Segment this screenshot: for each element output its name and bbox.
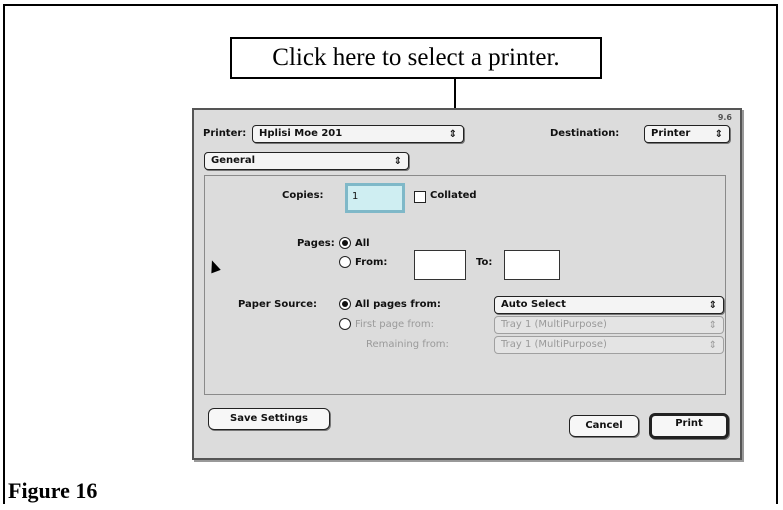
save-settings-button[interactable]: Save Settings: [208, 408, 330, 430]
pages-to-label: To:: [476, 257, 493, 268]
settings-group-box: [204, 175, 726, 395]
pages-all-radio[interactable]: [339, 237, 351, 249]
first-page-from-value: Tray 1 (MultiPurpose): [501, 319, 607, 330]
destination-label: Destination:: [550, 128, 620, 139]
panel-popup[interactable]: General ⇕: [204, 152, 409, 170]
copies-field[interactable]: 1: [345, 183, 405, 213]
pages-label: Pages:: [297, 238, 335, 249]
printer-popup[interactable]: Hplisi Moe 201 ⇕: [252, 125, 464, 143]
all-pages-from-label: All pages from:: [355, 299, 441, 310]
collated-checkbox[interactable]: [414, 191, 426, 203]
printer-popup-value: Hplisi Moe 201: [259, 128, 343, 139]
popup-arrows-icon: ⇕: [448, 129, 457, 140]
pages-from-label: From:: [355, 257, 388, 268]
pages-to-field[interactable]: [504, 250, 560, 280]
paper-source-label: Paper Source:: [238, 299, 317, 310]
remaining-from-popup[interactable]: Tray 1 (MultiPurpose) ⇕: [494, 336, 724, 354]
popup-arrows-icon: ⇕: [714, 129, 723, 140]
pages-from-radio[interactable]: [339, 256, 351, 268]
callout-box: Click here to select a printer.: [230, 37, 602, 79]
popup-arrows-icon: ⇕: [393, 156, 402, 167]
popup-arrows-icon: ⇕: [708, 300, 717, 311]
destination-popup[interactable]: Printer ⇕: [644, 125, 730, 143]
remaining-from-value: Tray 1 (MultiPurpose): [501, 339, 607, 350]
cancel-button[interactable]: Cancel: [569, 415, 639, 437]
figure-caption: Figure 16: [8, 478, 98, 503]
remaining-from-label: Remaining from:: [366, 339, 449, 350]
printer-label: Printer:: [203, 128, 247, 139]
version-label: 9.6: [717, 113, 732, 122]
all-pages-from-popup[interactable]: Auto Select ⇕: [494, 296, 724, 314]
pages-from-field[interactable]: [414, 250, 466, 280]
print-dialog: 9.6 Printer: Hplisi Moe 201 ⇕ Destinatio…: [192, 108, 742, 460]
panel-popup-value: General: [211, 155, 255, 166]
copies-value: 1: [352, 191, 359, 202]
collated-label: Collated: [430, 190, 477, 201]
first-page-from-label: First page from:: [355, 319, 435, 330]
first-page-from-popup[interactable]: Tray 1 (MultiPurpose) ⇕: [494, 316, 724, 334]
first-page-from-radio[interactable]: [339, 318, 351, 330]
pages-all-label: All: [355, 238, 370, 249]
popup-arrows-icon: ⇕: [708, 340, 717, 351]
destination-popup-value: Printer: [651, 128, 691, 139]
popup-arrows-icon: ⇕: [708, 320, 717, 331]
all-pages-from-radio[interactable]: [339, 298, 351, 310]
print-button[interactable]: Print: [649, 413, 729, 439]
copies-label: Copies:: [282, 190, 324, 201]
all-pages-from-value: Auto Select: [501, 299, 566, 310]
